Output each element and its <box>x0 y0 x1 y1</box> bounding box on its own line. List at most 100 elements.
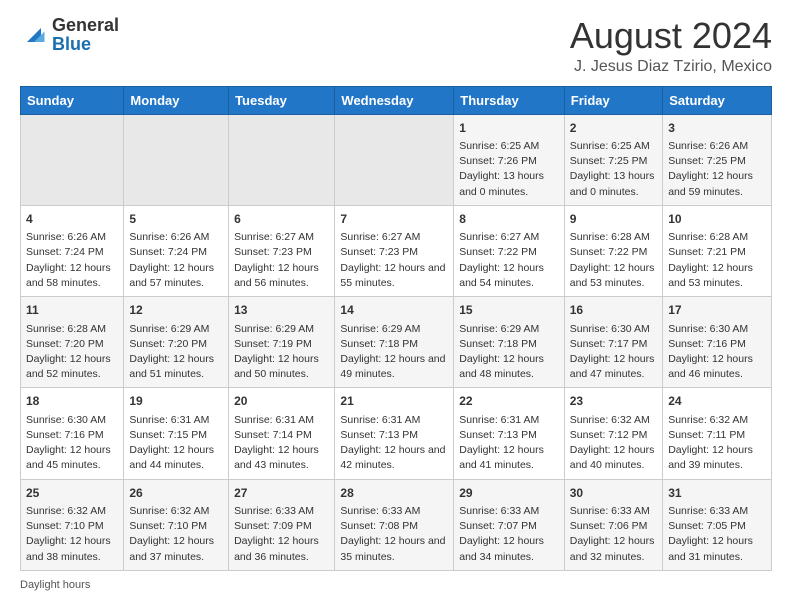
calendar-cell: 2 Sunrise: 6:25 AMSunset: 7:25 PMDaylight… <box>564 114 662 205</box>
calendar-cell: 1 Sunrise: 6:25 AMSunset: 7:26 PMDaylight… <box>454 114 565 205</box>
col-friday: Friday <box>564 86 662 114</box>
day-number: 26 <box>129 485 223 502</box>
calendar-header: Sunday Monday Tuesday Wednesday Thursday… <box>21 86 772 114</box>
day-number: 27 <box>234 485 329 502</box>
calendar-cell: 14 Sunrise: 6:29 AMSunset: 7:18 PMDayligh… <box>335 297 454 388</box>
calendar-cell: 5 Sunrise: 6:26 AMSunset: 7:24 PMDaylight… <box>124 205 229 296</box>
day-info: Sunrise: 6:29 AMSunset: 7:19 PMDaylight:… <box>234 322 329 383</box>
location-subtitle: J. Jesus Diaz Tzirio, Mexico <box>570 58 772 76</box>
calendar-cell: 11Sunrise: 6:28 AMSunset: 7:20 PMDayligh… <box>21 297 124 388</box>
day-info: Sunrise: 6:28 AMSunset: 7:22 PMDaylight:… <box>570 230 657 291</box>
day-number: 8 <box>459 211 559 228</box>
day-info: Sunrise: 6:33 AMSunset: 7:06 PMDaylight:… <box>570 504 657 565</box>
day-info: Sunrise: 6:30 AMSunset: 7:17 PMDaylight:… <box>570 322 657 383</box>
day-number: 22 <box>459 393 559 410</box>
calendar-cell: 28Sunrise: 6:33 AMSunset: 7:08 PMDayligh… <box>335 479 454 570</box>
day-number: 17 <box>668 302 766 319</box>
day-info: Sunrise: 6:27 AMSunset: 7:23 PMDaylight:… <box>234 230 329 291</box>
calendar-cell: 16 Sunrise: 6:30 AMSunset: 7:17 PMDayligh… <box>564 297 662 388</box>
day-info: Sunrise: 6:25 AMSunset: 7:26 PMDaylight:… <box>459 139 559 200</box>
day-info: Sunrise: 6:25 AMSunset: 7:25 PMDaylight:… <box>570 139 657 200</box>
day-info: Sunrise: 6:28 AMSunset: 7:20 PMDaylight:… <box>26 322 118 383</box>
day-info: Sunrise: 6:27 AMSunset: 7:22 PMDaylight:… <box>459 230 559 291</box>
day-number: 5 <box>129 211 223 228</box>
calendar-cell <box>335 114 454 205</box>
calendar-cell: 25Sunrise: 6:32 AMSunset: 7:10 PMDayligh… <box>21 479 124 570</box>
day-number: 6 <box>234 211 329 228</box>
calendar-cell: 26 Sunrise: 6:32 AMSunset: 7:10 PMDayligh… <box>124 479 229 570</box>
day-number: 20 <box>234 393 329 410</box>
day-info: Sunrise: 6:26 AMSunset: 7:24 PMDaylight:… <box>129 230 223 291</box>
day-number: 3 <box>668 120 766 137</box>
day-info: Sunrise: 6:29 AMSunset: 7:18 PMDaylight:… <box>459 322 559 383</box>
day-number: 1 <box>459 120 559 137</box>
calendar-cell: 12 Sunrise: 6:29 AMSunset: 7:20 PMDayligh… <box>124 297 229 388</box>
day-number: 12 <box>129 302 223 319</box>
day-info: Sunrise: 6:33 AMSunset: 7:05 PMDaylight:… <box>668 504 766 565</box>
day-number: 19 <box>129 393 223 410</box>
day-number: 2 <box>570 120 657 137</box>
calendar-body: 1 Sunrise: 6:25 AMSunset: 7:26 PMDaylight… <box>21 114 772 570</box>
calendar-cell: 24Sunrise: 6:32 AMSunset: 7:11 PMDayligh… <box>663 388 772 479</box>
day-number: 7 <box>340 211 448 228</box>
day-info: Sunrise: 6:26 AMSunset: 7:25 PMDaylight:… <box>668 139 766 200</box>
day-number: 31 <box>668 485 766 502</box>
main-title: August 2024 <box>570 16 772 56</box>
day-number: 30 <box>570 485 657 502</box>
calendar-week-5: 25Sunrise: 6:32 AMSunset: 7:10 PMDayligh… <box>21 479 772 570</box>
title-section: August 2024 J. Jesus Diaz Tzirio, Mexico <box>570 16 772 76</box>
day-number: 16 <box>570 302 657 319</box>
col-thursday: Thursday <box>454 86 565 114</box>
calendar-cell <box>21 114 124 205</box>
calendar-week-3: 11Sunrise: 6:28 AMSunset: 7:20 PMDayligh… <box>21 297 772 388</box>
day-info: Sunrise: 6:31 AMSunset: 7:15 PMDaylight:… <box>129 413 223 474</box>
logo-blue: Blue <box>52 34 91 54</box>
calendar-cell: 29 Sunrise: 6:33 AMSunset: 7:07 PMDayligh… <box>454 479 565 570</box>
day-info: Sunrise: 6:29 AMSunset: 7:20 PMDaylight:… <box>129 322 223 383</box>
page-header: General Blue August 2024 J. Jesus Diaz T… <box>20 16 772 76</box>
day-number: 29 <box>459 485 559 502</box>
calendar-cell: 9Sunrise: 6:28 AMSunset: 7:22 PMDaylight… <box>564 205 662 296</box>
calendar-cell: 31 Sunrise: 6:33 AMSunset: 7:05 PMDayligh… <box>663 479 772 570</box>
footer-note: Daylight hours <box>20 579 772 591</box>
calendar-cell: 20 Sunrise: 6:31 AMSunset: 7:14 PMDayligh… <box>229 388 335 479</box>
col-saturday: Saturday <box>663 86 772 114</box>
header-row: Sunday Monday Tuesday Wednesday Thursday… <box>21 86 772 114</box>
day-info: Sunrise: 6:29 AMSunset: 7:18 PMDaylight:… <box>340 322 448 383</box>
day-number: 4 <box>26 211 118 228</box>
col-wednesday: Wednesday <box>335 86 454 114</box>
day-info: Sunrise: 6:31 AMSunset: 7:13 PMDaylight:… <box>459 413 559 474</box>
day-info: Sunrise: 6:30 AMSunset: 7:16 PMDaylight:… <box>668 322 766 383</box>
col-sunday: Sunday <box>21 86 124 114</box>
logo-general: General <box>52 15 119 35</box>
calendar-cell: 4 Sunrise: 6:26 AMSunset: 7:24 PMDaylight… <box>21 205 124 296</box>
calendar-cell: 23Sunrise: 6:32 AMSunset: 7:12 PMDayligh… <box>564 388 662 479</box>
col-tuesday: Tuesday <box>229 86 335 114</box>
col-monday: Monday <box>124 86 229 114</box>
day-number: 13 <box>234 302 329 319</box>
calendar-cell: 3 Sunrise: 6:26 AMSunset: 7:25 PMDaylight… <box>663 114 772 205</box>
day-number: 24 <box>668 393 766 410</box>
calendar-cell: 19 Sunrise: 6:31 AMSunset: 7:15 PMDayligh… <box>124 388 229 479</box>
calendar-cell: 27Sunrise: 6:33 AMSunset: 7:09 PMDayligh… <box>229 479 335 570</box>
day-number: 14 <box>340 302 448 319</box>
day-info: Sunrise: 6:27 AMSunset: 7:23 PMDaylight:… <box>340 230 448 291</box>
day-info: Sunrise: 6:33 AMSunset: 7:07 PMDaylight:… <box>459 504 559 565</box>
logo-icon <box>20 21 48 49</box>
calendar-week-1: 1 Sunrise: 6:25 AMSunset: 7:26 PMDaylight… <box>21 114 772 205</box>
day-number: 10 <box>668 211 766 228</box>
calendar-cell: 30 Sunrise: 6:33 AMSunset: 7:06 PMDayligh… <box>564 479 662 570</box>
calendar-table: Sunday Monday Tuesday Wednesday Thursday… <box>20 86 772 571</box>
day-info: Sunrise: 6:32 AMSunset: 7:10 PMDaylight:… <box>129 504 223 565</box>
day-info: Sunrise: 6:31 AMSunset: 7:13 PMDaylight:… <box>340 413 448 474</box>
footer-text: Daylight hours <box>20 579 90 591</box>
calendar-cell: 7 Sunrise: 6:27 AMSunset: 7:23 PMDaylight… <box>335 205 454 296</box>
calendar-cell: 8 Sunrise: 6:27 AMSunset: 7:22 PMDaylight… <box>454 205 565 296</box>
day-info: Sunrise: 6:26 AMSunset: 7:24 PMDaylight:… <box>26 230 118 291</box>
day-info: Sunrise: 6:28 AMSunset: 7:21 PMDaylight:… <box>668 230 766 291</box>
day-number: 21 <box>340 393 448 410</box>
calendar-cell: 22 Sunrise: 6:31 AMSunset: 7:13 PMDayligh… <box>454 388 565 479</box>
calendar-cell: 10 Sunrise: 6:28 AMSunset: 7:21 PMDayligh… <box>663 205 772 296</box>
calendar-cell: 6 Sunrise: 6:27 AMSunset: 7:23 PMDaylight… <box>229 205 335 296</box>
day-info: Sunrise: 6:31 AMSunset: 7:14 PMDaylight:… <box>234 413 329 474</box>
